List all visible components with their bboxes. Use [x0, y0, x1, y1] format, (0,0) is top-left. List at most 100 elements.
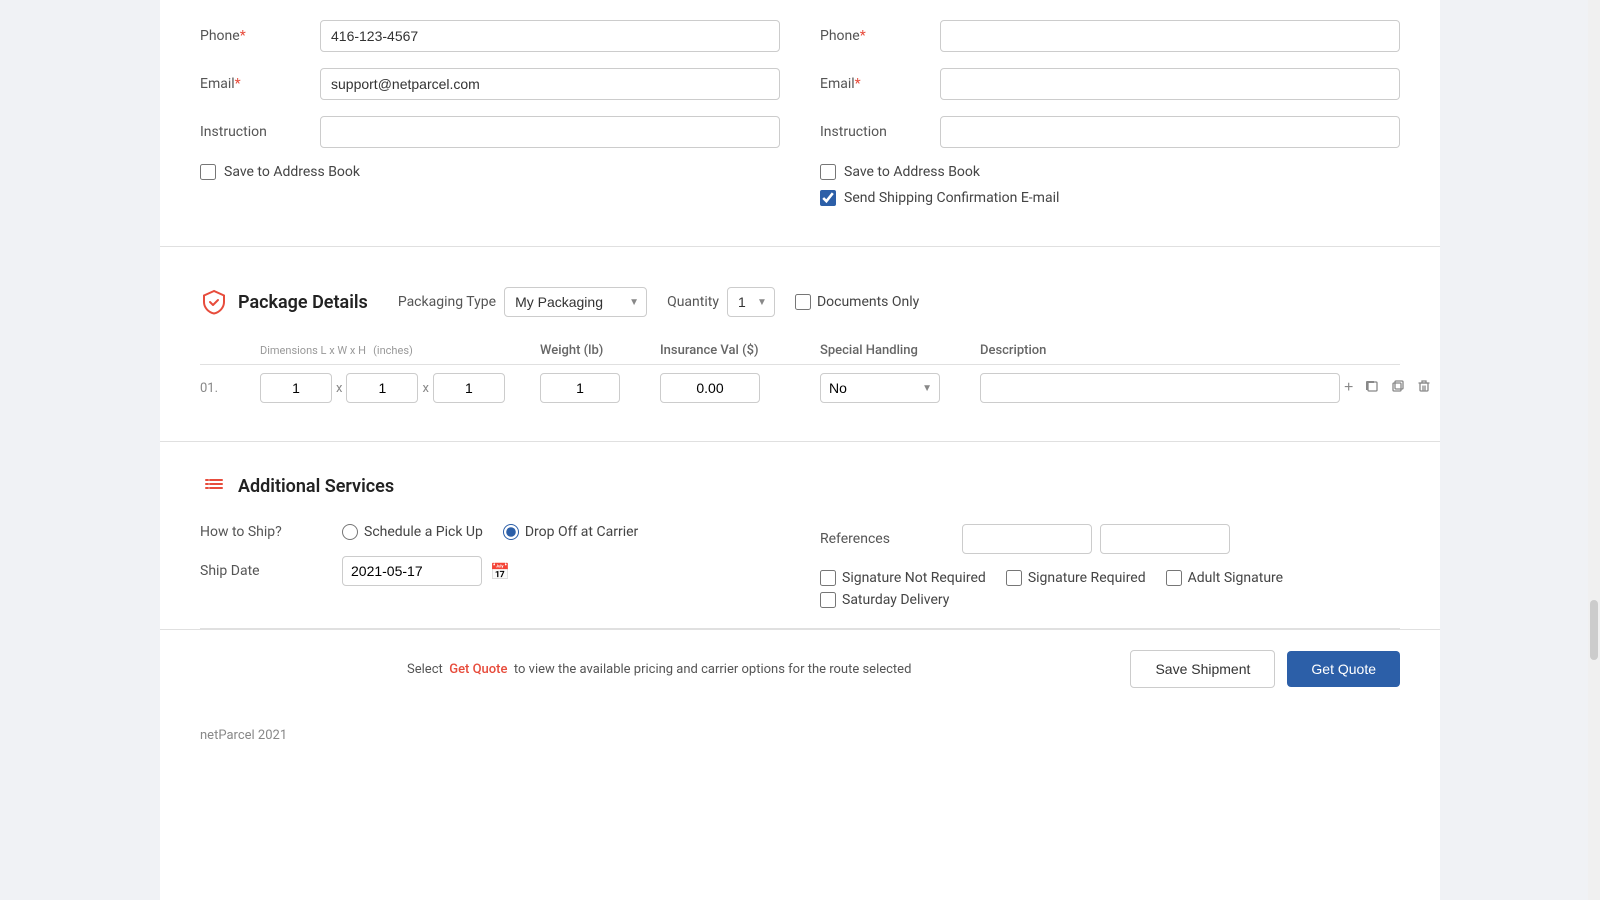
special-handling-cell: No Fragile Oversized Hazmat ▼ [820, 373, 980, 403]
width-input[interactable] [346, 373, 418, 403]
recipient-phone-input[interactable] [940, 20, 1400, 52]
reference2-input[interactable] [1100, 524, 1230, 554]
sig-required-label[interactable]: Signature Required [1028, 570, 1146, 586]
recipient-save-address-label[interactable]: Save to Address Book [844, 164, 980, 180]
col-weight-label: Weight (lb) [540, 343, 660, 358]
get-quote-link[interactable]: Get Quote [449, 662, 507, 677]
adult-sig-option: Adult Signature [1166, 570, 1283, 586]
dropoff-carrier-option[interactable]: Drop Off at Carrier [503, 524, 638, 540]
special-handling-wrapper: No Fragile Oversized Hazmat ▼ [820, 373, 940, 403]
footer-bar: Select Get Quote to view the available p… [160, 629, 1440, 708]
col-special-label: Special Handling [820, 343, 980, 358]
dropoff-carrier-radio[interactable] [503, 524, 519, 540]
references-label: References [820, 531, 950, 547]
documents-only-checkbox[interactable] [795, 294, 811, 310]
recipient-instruction-input[interactable] [940, 116, 1400, 148]
col-dimensions-label: Dimensions L x W x H (inches) [260, 343, 540, 358]
dim-x-separator-1: x [336, 381, 342, 396]
description-input[interactable] [980, 373, 1340, 403]
sig-not-required-label[interactable]: Signature Not Required [842, 570, 986, 586]
ship-date-row: Ship Date 📅 [200, 556, 780, 586]
additional-services-section: Additional Services How to Ship? Schedul… [160, 452, 1440, 628]
schedule-pickup-option[interactable]: Schedule a Pick Up [342, 524, 483, 540]
send-confirmation-label[interactable]: Send Shipping Confirmation E-mail [844, 190, 1059, 206]
recipient-email-label: Email* [820, 76, 940, 92]
sender-save-address-label[interactable]: Save to Address Book [224, 164, 360, 180]
dropoff-carrier-label: Drop Off at Carrier [525, 524, 638, 540]
sender-save-address-checkbox[interactable] [200, 164, 216, 180]
scrollbar-thumb[interactable] [1590, 600, 1598, 660]
recipient-phone-row: Phone* [820, 20, 1400, 52]
save-shipment-button[interactable]: Save Shipment [1130, 650, 1275, 688]
sig-required-checkbox[interactable] [1006, 570, 1022, 586]
recipient-email-input[interactable] [940, 68, 1400, 100]
ship-method-radio-group: Schedule a Pick Up Drop Off at Carrier [342, 524, 638, 540]
services-left-col: How to Ship? Schedule a Pick Up Drop Off… [200, 524, 780, 608]
insurance-cell [660, 373, 820, 403]
packaging-type-select[interactable]: My Packaging FedEx Box FedEx Envelope UP… [504, 287, 647, 317]
references-inputs [962, 524, 1230, 554]
references-row: References [820, 524, 1400, 554]
sig-not-required-checkbox[interactable] [820, 570, 836, 586]
ship-date-label: Ship Date [200, 563, 330, 579]
delete-row-button[interactable] [1413, 377, 1435, 400]
scrollbar[interactable] [1588, 0, 1600, 900]
recipient-instruction-label: Instruction [820, 124, 940, 140]
quantity-wrapper: 1 2 3 4 5 ▼ [727, 287, 775, 317]
get-quote-button[interactable]: Get Quote [1287, 651, 1400, 687]
dimensions-inputs: x x [260, 373, 540, 403]
additional-section-title: Additional Services [238, 476, 394, 497]
sender-phone-row: Phone* [200, 20, 780, 52]
duplicate-row-button[interactable] [1387, 377, 1409, 400]
adult-sig-label[interactable]: Adult Signature [1188, 570, 1283, 586]
recipient-instruction-row: Instruction [820, 116, 1400, 148]
reference1-input[interactable] [962, 524, 1092, 554]
calendar-icon[interactable]: 📅 [490, 562, 510, 581]
sender-instruction-input[interactable] [320, 116, 780, 148]
special-handling-select[interactable]: No Fragile Oversized Hazmat [820, 373, 940, 403]
insurance-input[interactable] [660, 373, 760, 403]
height-input[interactable] [433, 373, 505, 403]
weight-input[interactable] [540, 373, 620, 403]
schedule-pickup-radio[interactable] [342, 524, 358, 540]
quantity-label: Quantity [667, 294, 719, 310]
signature-options-area: Signature Not Required Signature Require… [820, 570, 1400, 608]
schedule-pickup-label: Schedule a Pick Up [364, 524, 483, 540]
copy-row-button[interactable] [1361, 377, 1383, 400]
list-icon [200, 472, 228, 500]
sender-save-address-row: Save to Address Book [200, 164, 780, 180]
send-confirmation-row: Send Shipping Confirmation E-mail [820, 190, 1400, 206]
recipient-email-row: Email* [820, 68, 1400, 100]
sender-email-row: Email* [200, 68, 780, 100]
services-grid: How to Ship? Schedule a Pick Up Drop Off… [200, 524, 1400, 608]
dim-x-separator-2: x [422, 381, 428, 396]
documents-only-label[interactable]: Documents Only [817, 294, 919, 310]
adult-sig-checkbox[interactable] [1166, 570, 1182, 586]
length-input[interactable] [260, 373, 332, 403]
saturday-delivery-label[interactable]: Saturday Delivery [842, 592, 949, 608]
page-footer: netParcel 2021 [160, 708, 1440, 763]
sender-email-input[interactable] [320, 68, 780, 100]
ship-date-input[interactable] [342, 556, 482, 586]
recipient-save-address-checkbox[interactable] [820, 164, 836, 180]
signature-group: Signature Not Required Signature Require… [820, 570, 1400, 586]
brand-name: netParcel [200, 728, 255, 743]
quantity-select[interactable]: 1 2 3 4 5 [727, 287, 775, 317]
description-cell [980, 373, 1340, 403]
sender-phone-input[interactable] [320, 20, 780, 52]
sig-required-option: Signature Required [1006, 570, 1146, 586]
footer-text: Select Get Quote to view the available p… [200, 662, 1118, 677]
row-number: 01. [200, 381, 260, 396]
add-row-button[interactable]: + [1340, 377, 1357, 399]
package-icon [200, 288, 228, 316]
sender-email-label: Email* [200, 76, 320, 92]
table-row: 01. x x No Fragile Oversized [200, 373, 1400, 403]
sender-instruction-row: Instruction [200, 116, 780, 148]
row-actions: + [1340, 377, 1400, 400]
how-to-ship-label: How to Ship? [200, 524, 330, 540]
date-wrapper: 📅 [342, 556, 510, 586]
recipient-save-address-row: Save to Address Book [820, 164, 1400, 180]
saturday-delivery-checkbox[interactable] [820, 592, 836, 608]
send-confirmation-checkbox[interactable] [820, 190, 836, 206]
how-to-ship-row: How to Ship? Schedule a Pick Up Drop Off… [200, 524, 780, 540]
